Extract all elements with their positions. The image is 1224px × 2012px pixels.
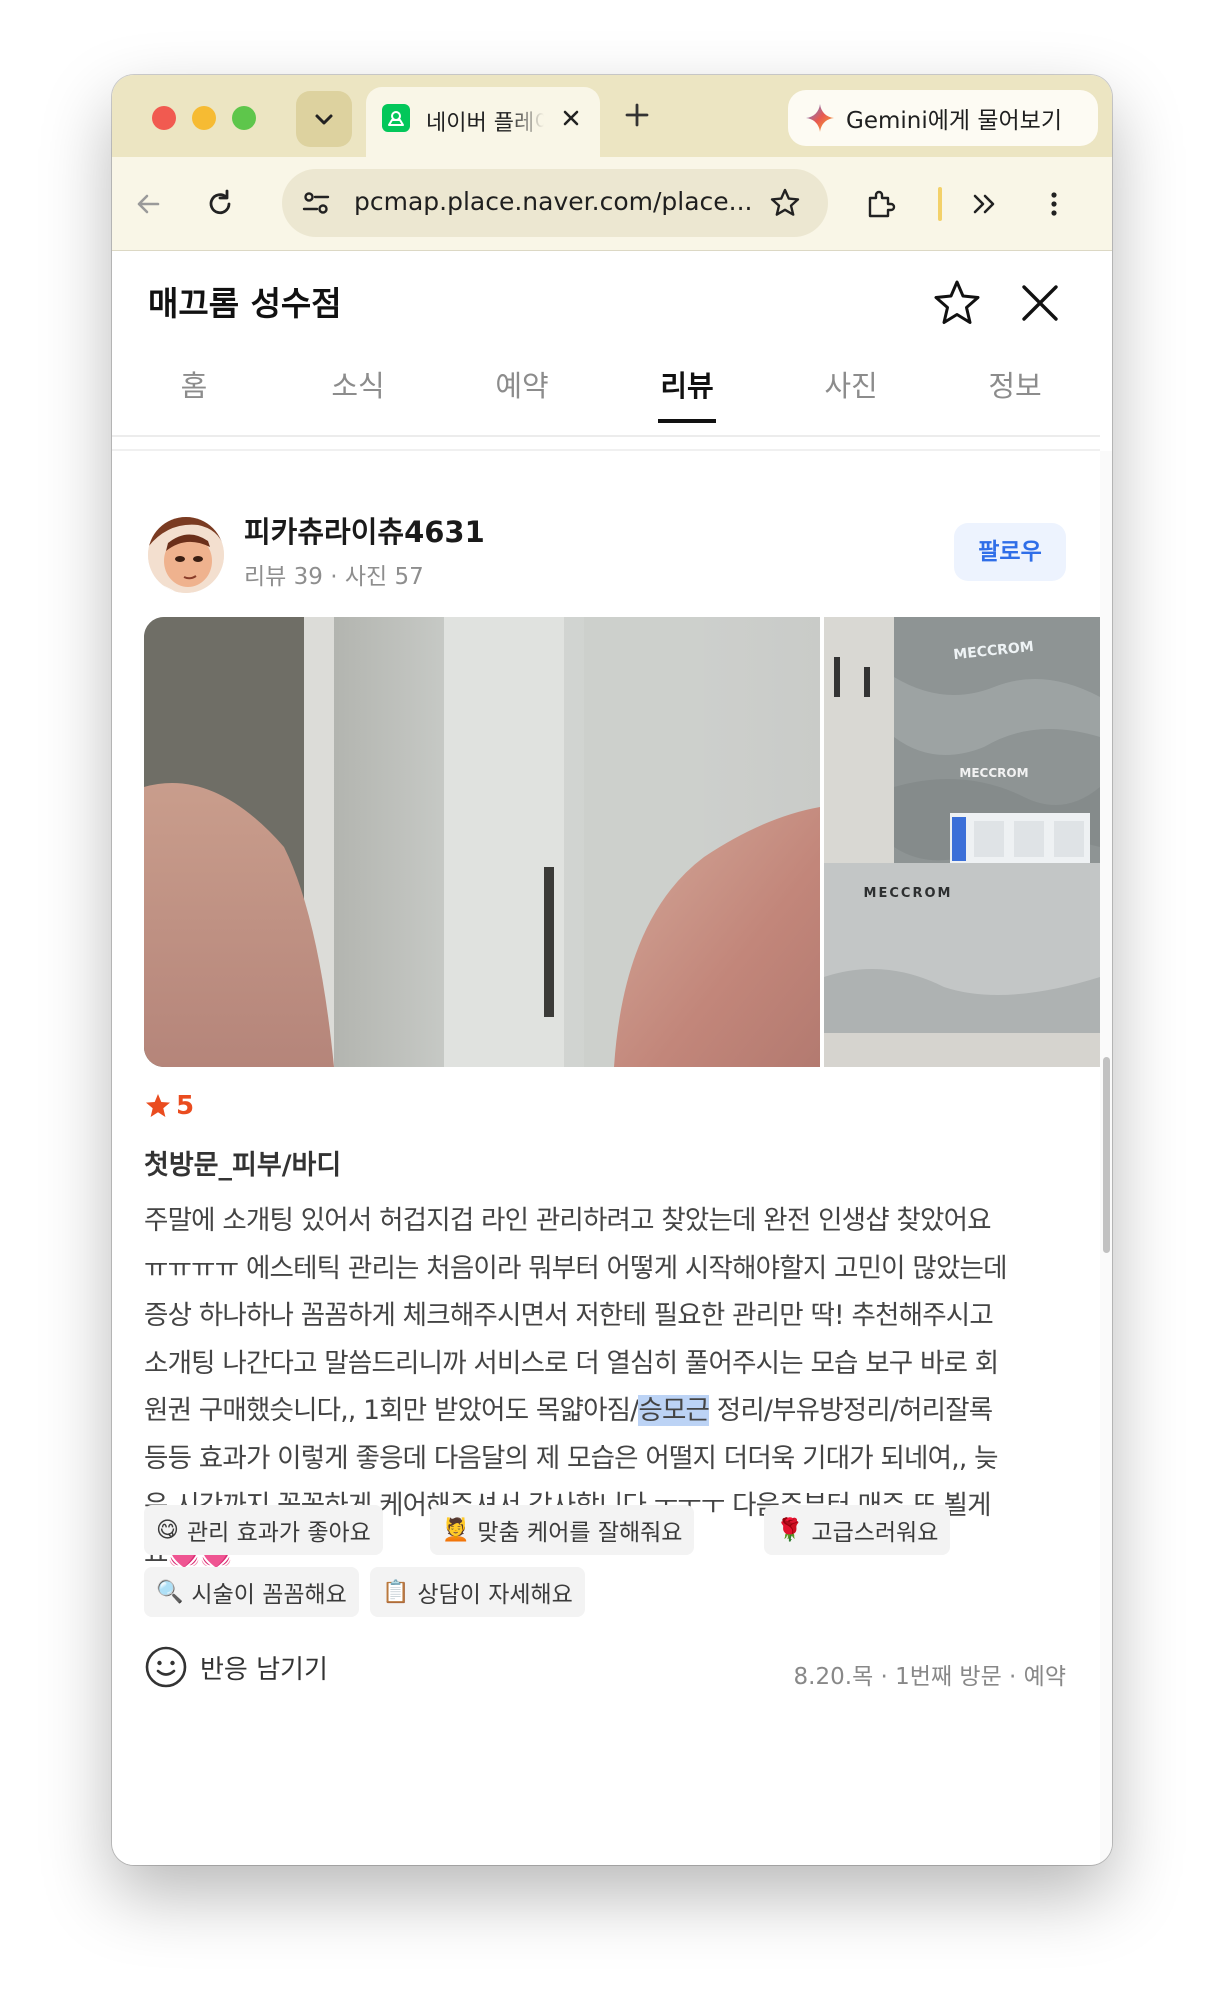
review-line: 주말에 소개팅 있어서 허겁지겁 라인 관리하려고 찾았는데 완전 인생샵 찾았… — [144, 1205, 992, 1236]
yum-emoji-icon: 😋 — [156, 1517, 179, 1543]
tab-search-button[interactable] — [296, 91, 352, 147]
tab-home[interactable]: 홈 — [112, 355, 276, 435]
leave-reaction-button[interactable]: 반응 남기기 — [144, 1645, 328, 1689]
follow-button[interactable]: 팔로우 — [954, 523, 1066, 581]
tab-review[interactable]: 리뷰 — [605, 355, 769, 435]
tab-title: 네이버 플레이스 — [426, 111, 544, 136]
tab-strip: 네이버 플레이스 Gemini에게 물어보기 — [112, 75, 1112, 157]
rating-value: 5 — [176, 1091, 195, 1121]
tab-photo[interactable]: 사진 — [769, 355, 933, 435]
reviewer-name[interactable]: 피카츄라이츄4631 — [244, 509, 485, 551]
close-tab-icon[interactable] — [558, 105, 584, 131]
address-bar[interactable]: pcmap.place.naver.com/place... — [282, 169, 828, 237]
reviewer-stats: 리뷰 39 · 사진 57 — [244, 564, 424, 590]
review-keyword-tag: 😋 관리 효과가 좋아요 — [144, 1505, 383, 1555]
maximize-window-button[interactable] — [232, 106, 256, 130]
magnifier-emoji-icon: 🔍 — [156, 1579, 184, 1605]
rating: 5 — [144, 1091, 194, 1121]
review-line: 등등 효과가 이렇게 좋응데 다음달의 제 모습은 어떨지 더더욱 기대가 되네… — [144, 1442, 998, 1474]
tab-news[interactable]: 소식 — [276, 355, 440, 435]
star-rating-icon — [146, 1094, 170, 1117]
tag-label: 맞춤 케어를 잘해줘요 — [477, 1520, 683, 1546]
visit-type: 첫방문_피부/바디 — [144, 1150, 342, 1181]
gemini-sparkle-icon — [806, 104, 834, 132]
browser-toolbar: pcmap.place.naver.com/place... — [112, 157, 1112, 251]
chevron-double-right-icon[interactable] — [968, 188, 1000, 220]
reaction-label: 반응 남기기 — [200, 1654, 328, 1685]
close-icon[interactable] — [1018, 281, 1062, 325]
save-star-icon[interactable] — [930, 277, 984, 331]
reload-icon[interactable] — [204, 188, 236, 220]
ask-gemini-button[interactable]: Gemini에게 물어보기 — [788, 90, 1098, 146]
new-tab-icon[interactable] — [622, 100, 652, 130]
review-keyword-tag: 🔍 시술이 꼼꼼해요 — [144, 1567, 359, 1617]
toolbar-divider — [938, 187, 942, 221]
review-keyword-tag: 🌹 고급스러워요 — [764, 1505, 951, 1555]
close-window-button[interactable] — [152, 106, 176, 130]
bookmark-star-icon[interactable] — [768, 186, 802, 220]
review-keyword-tag: 📋 상담이 자세해요 — [370, 1567, 585, 1617]
place-tabs: 홈 소식 예약 리뷰 사진 정보 — [112, 355, 1100, 437]
url-text: pcmap.place.naver.com/place... — [354, 187, 753, 216]
browser-tab-active[interactable]: 네이버 플레이스 — [366, 87, 600, 157]
browser-window: 네이버 플레이스 Gemini에게 물어보기 — [112, 75, 1112, 1865]
minimize-window-button[interactable] — [192, 106, 216, 130]
store-sign-text: MECCROM — [864, 886, 953, 901]
review-line: 원권 구매했슷니다,, 1회만 받았어도 목얇아짐/승모근 정리/부유방정리/허… — [144, 1387, 1066, 1435]
review-text-segment: 원권 구매했슷니다,, 1회만 받았어도 목얇아짐/ — [144, 1395, 639, 1426]
tag-label: 관리 효과가 좋아요 — [186, 1520, 371, 1546]
gemini-label: Gemini에게 물어보기 — [846, 108, 1063, 134]
smile-icon — [145, 1646, 187, 1688]
extensions-puzzle-icon[interactable] — [864, 188, 896, 220]
place-page: 매끄롬 성수점 홈 소식 예약 리뷰 사진 정보 피카츄라이츄4631 리뷰 3… — [112, 251, 1112, 1865]
tag-label: 고급스러워요 — [811, 1520, 939, 1546]
review-photo-1[interactable] — [144, 617, 820, 1067]
page-title: 매끄롬 성수점 — [148, 284, 342, 323]
back-arrow-icon[interactable] — [132, 188, 164, 220]
scrollbar-thumb[interactable] — [1103, 1057, 1110, 1253]
store-sign-text: MECCROM — [959, 766, 1028, 780]
review-photo-2[interactable]: MECCROM MECCROM MECCROM — [824, 617, 1100, 1067]
massage-emoji-icon: 💆 — [442, 1517, 470, 1543]
chevron-down-icon — [315, 114, 333, 125]
review-line: ㅠㅠㅠㅠ 에스테틱 관리는 처음이라 뭐부터 어떻게 시작해야할지 고민이 많았… — [144, 1252, 1008, 1284]
naver-place-favicon-icon — [382, 104, 410, 132]
review-keyword-tag: 💆 맞춤 케어를 잘해줘요 — [430, 1505, 695, 1555]
avatar[interactable] — [148, 517, 224, 593]
divider — [112, 449, 1100, 451]
rose-emoji-icon: 🌹 — [776, 1517, 804, 1543]
review-line: 소개팅 나간다고 말씀드리니까 서비스로 더 열심히 풀어주시는 모습 보구 바… — [144, 1347, 999, 1379]
more-menu-icon[interactable] — [1038, 188, 1070, 220]
site-settings-icon[interactable] — [300, 187, 332, 219]
visit-meta: 8.20.목 · 1번째 방문 · 예약 — [793, 1664, 1066, 1690]
clipboard-emoji-icon: 📋 — [382, 1579, 410, 1605]
tag-label: 상담이 자세해요 — [417, 1582, 573, 1608]
review-line: 증상 하나하나 꼼꼼하게 체크해주시면서 저한테 필요한 관리만 딱! 추천해주… — [144, 1300, 994, 1331]
tag-label: 시술이 꼼꼼해요 — [191, 1582, 347, 1608]
active-tab-indicator — [658, 419, 716, 423]
tab-info[interactable]: 정보 — [933, 355, 1097, 435]
text-selection-highlight: 승모근 — [638, 1395, 710, 1426]
tab-booking[interactable]: 예약 — [440, 355, 604, 435]
review-text-segment: 정리/부유방정리/허리잘록 — [709, 1395, 993, 1426]
